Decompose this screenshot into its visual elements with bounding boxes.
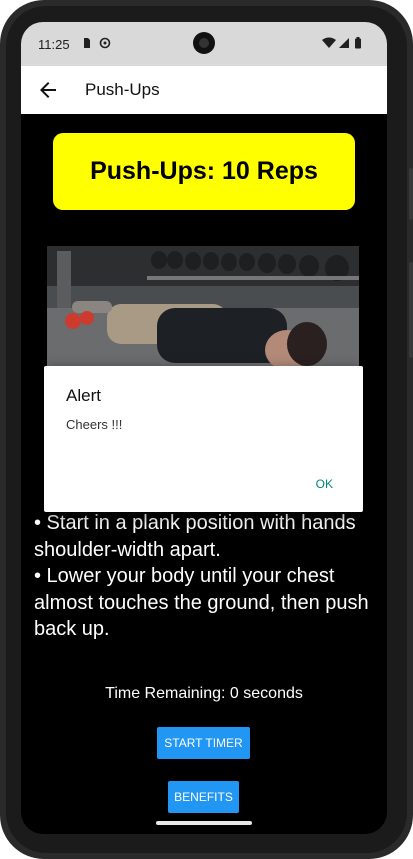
dialog-ok-button[interactable]: OK [316,477,333,491]
volume-button [409,262,413,358]
battery-icon [355,37,361,49]
exercise-image [47,246,359,370]
arrow-left-icon[interactable] [36,78,60,102]
instruction-step: • Start in a plank position with hands s… [34,512,356,561]
start-timer-button[interactable]: START TIMER [157,727,250,759]
alert-dialog: Alert Cheers !!! OK [44,366,363,512]
instruction-step: • Lower your body until your chest almos… [34,565,369,640]
power-button [409,168,413,220]
dialog-title: Alert [66,386,101,405]
dialog-message: Cheers !!! [66,417,123,432]
status-time: 11:25 [38,37,70,52]
status-bar: 11:25 [21,22,387,66]
page-title: Push-Ups [85,80,160,99]
notification-icon [99,37,111,49]
instructions: • Start in a plank position with hands s… [34,510,379,643]
wifi-icon [322,37,336,48]
phone-frame: 11:25 Push-Ups Push-Ups: 10 Reps • Start… [0,0,413,859]
benefits-button[interactable]: BENEFITS [168,781,239,813]
app-bar: Push-Ups [21,66,387,114]
time-remaining: Time Remaining: 0 seconds [105,685,303,702]
exercise-banner: Push-Ups: 10 Reps [53,133,355,210]
home-indicator[interactable] [156,821,252,825]
signal-icon [339,38,349,48]
screen: 11:25 Push-Ups Push-Ups: 10 Reps • Start… [21,22,387,834]
camera-cutout [193,32,215,54]
sim-icon [84,38,90,48]
